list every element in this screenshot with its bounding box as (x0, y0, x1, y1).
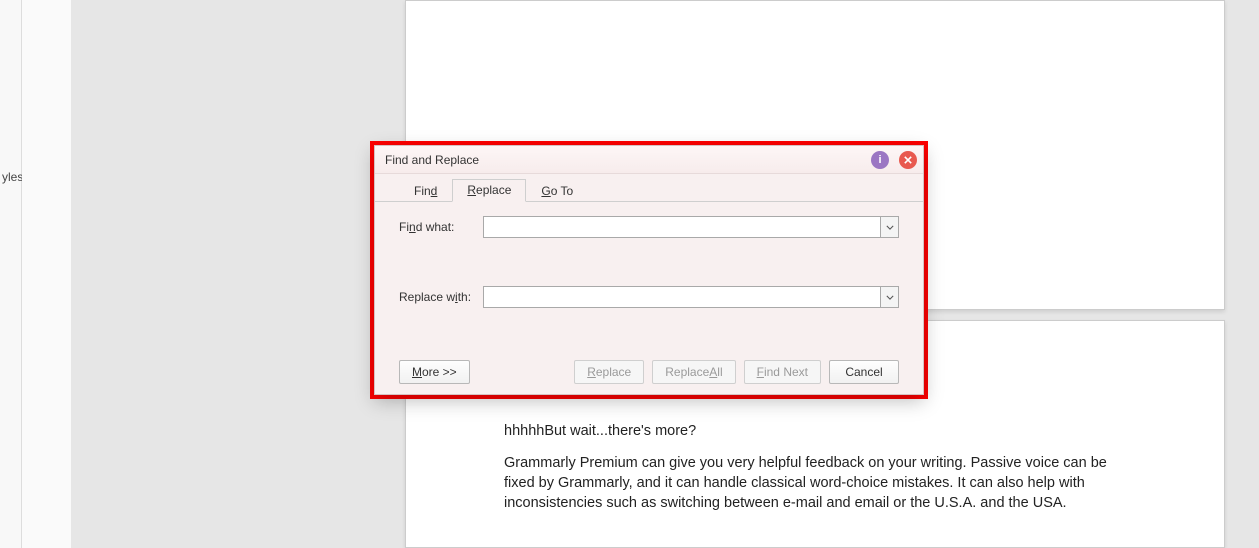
close-icon[interactable] (899, 151, 917, 169)
replace-with-dropdown[interactable] (880, 287, 898, 307)
find-replace-dialog: Find and Replace i Find Replace Go To Fi… (374, 145, 924, 395)
row-replace-with: Replace with: (399, 286, 899, 308)
tab-goto[interactable]: Go To (526, 180, 588, 202)
styles-pane-sliver: yles (0, 0, 22, 548)
find-what-dropdown[interactable] (880, 217, 898, 237)
doc-line-1[interactable]: hhhhhBut wait...there's more? (504, 421, 1126, 441)
find-what-combo[interactable] (483, 216, 899, 238)
dialog-title: Find and Replace (385, 153, 479, 167)
replace-button[interactable]: Replace (574, 360, 644, 384)
doc-paragraph-2[interactable]: Grammarly Premium can give you very help… (504, 453, 1126, 513)
replace-with-combo[interactable] (483, 286, 899, 308)
more-button[interactable]: More >> (399, 360, 470, 384)
dialog-title-bar[interactable]: Find and Replace i (375, 146, 923, 174)
replace-with-input[interactable] (484, 287, 880, 307)
dialog-tabs: Find Replace Go To (375, 174, 923, 202)
info-icon[interactable]: i (871, 151, 889, 169)
chevron-down-icon (886, 225, 894, 230)
label-find-what: Find what: (399, 220, 483, 234)
find-next-button[interactable]: Find Next (744, 360, 821, 384)
styles-pane-label: yles (2, 170, 23, 184)
left-panel (22, 0, 72, 548)
dialog-body: Find what: Replace with: (375, 202, 923, 394)
chevron-down-icon (886, 295, 894, 300)
tab-find[interactable]: Find (399, 180, 452, 202)
dialog-button-row: More >> Replace Replace All Find Next Ca… (399, 340, 899, 384)
find-what-input[interactable] (484, 217, 880, 237)
tab-replace[interactable]: Replace (452, 179, 526, 202)
cancel-button[interactable]: Cancel (829, 360, 899, 384)
right-button-group: Replace Replace All Find Next Cancel (574, 360, 899, 384)
replace-all-button[interactable]: Replace All (652, 360, 735, 384)
row-find-what: Find what: (399, 216, 899, 238)
label-replace-with: Replace with: (399, 290, 483, 304)
left-button-group: More >> (399, 360, 470, 384)
